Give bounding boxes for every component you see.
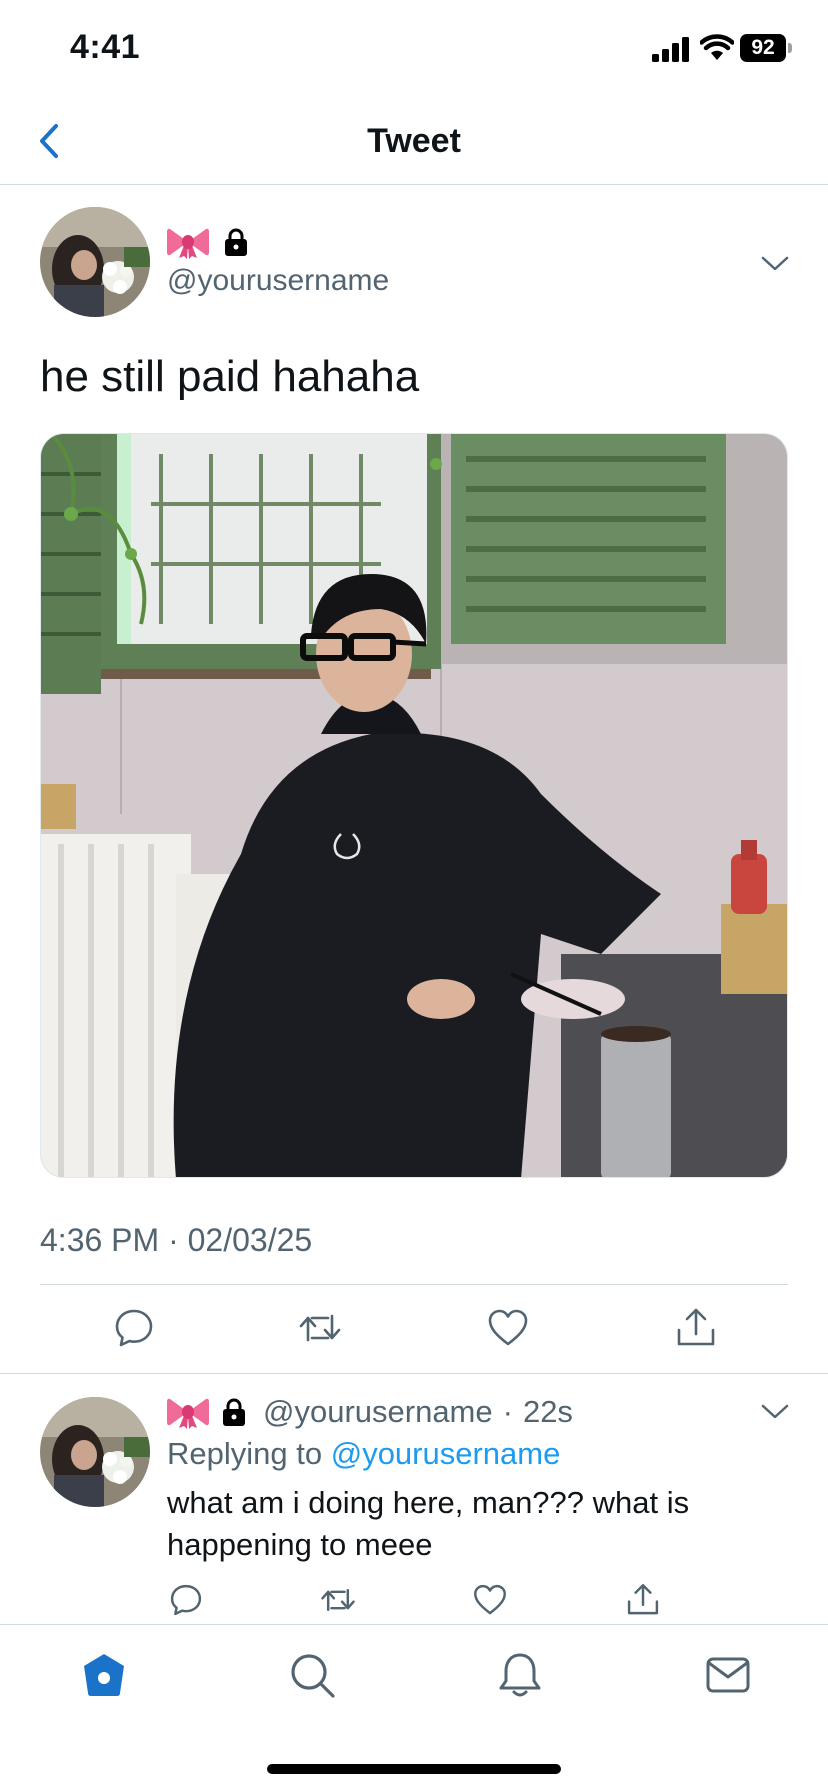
chevron-down-icon[interactable]	[760, 1403, 790, 1421]
reply-header: @yourusername · 22s	[167, 1392, 573, 1432]
replying-mention-link[interactable]: @yourusername	[331, 1436, 561, 1471]
avatar[interactable]	[40, 207, 150, 317]
status-time: 4:41	[70, 28, 141, 66]
home-icon[interactable]	[80, 1651, 128, 1699]
reply-icon[interactable]	[168, 1582, 204, 1618]
reply-icon[interactable]	[112, 1306, 156, 1350]
home-indicator[interactable]	[267, 1764, 561, 1774]
retweet-icon[interactable]	[298, 1306, 342, 1350]
reply-avatar[interactable]	[40, 1397, 150, 1507]
cellular-signal-icon	[652, 37, 689, 62]
nav-bar: Tweet	[0, 100, 828, 185]
display-name	[167, 222, 251, 262]
avatar-image	[40, 207, 150, 317]
bell-icon[interactable]	[496, 1651, 544, 1699]
battery-indicator: 92	[740, 34, 792, 62]
tweet-action-bar	[0, 1306, 828, 1354]
status-bar: 4:41 92	[0, 0, 828, 100]
search-icon[interactable]	[288, 1651, 336, 1699]
share-icon[interactable]	[674, 1306, 718, 1350]
divider	[0, 1373, 828, 1374]
tweet-timestamp: 4:36 PM · 02/03/25	[40, 1222, 313, 1258]
reply-username: @yourusername	[263, 1394, 493, 1429]
username: @yourusername	[167, 264, 390, 297]
tweet-text: he still paid hahaha	[40, 352, 420, 401]
photo-image	[41, 434, 787, 1177]
like-icon[interactable]	[486, 1306, 530, 1350]
retweet-icon[interactable]	[320, 1582, 356, 1618]
bow-emoji-icon	[167, 1398, 209, 1429]
wifi-icon	[700, 34, 734, 60]
lock-icon	[223, 1398, 245, 1426]
avatar-image	[40, 1397, 150, 1507]
bow-emoji-icon	[167, 228, 209, 259]
lock-icon	[225, 228, 247, 256]
chevron-down-icon[interactable]	[760, 255, 790, 273]
replying-to: Replying to @yourusername	[167, 1436, 560, 1472]
reply-age: 22s	[522, 1394, 573, 1429]
page-title: Tweet	[367, 122, 461, 160]
divider	[40, 1284, 788, 1285]
like-icon[interactable]	[472, 1582, 508, 1618]
reply-action-bar	[0, 1582, 828, 1622]
mail-icon[interactable]	[704, 1651, 752, 1699]
replying-prefix: Replying to	[167, 1436, 323, 1471]
battery-level: 92	[740, 34, 786, 62]
separator-dot: ·	[502, 1394, 513, 1429]
reply-text: what am i doing here, man??? what is hap…	[167, 1485, 690, 1562]
tweet-photo[interactable]	[40, 433, 788, 1178]
share-icon[interactable]	[625, 1582, 661, 1618]
battery-nub	[788, 43, 792, 53]
